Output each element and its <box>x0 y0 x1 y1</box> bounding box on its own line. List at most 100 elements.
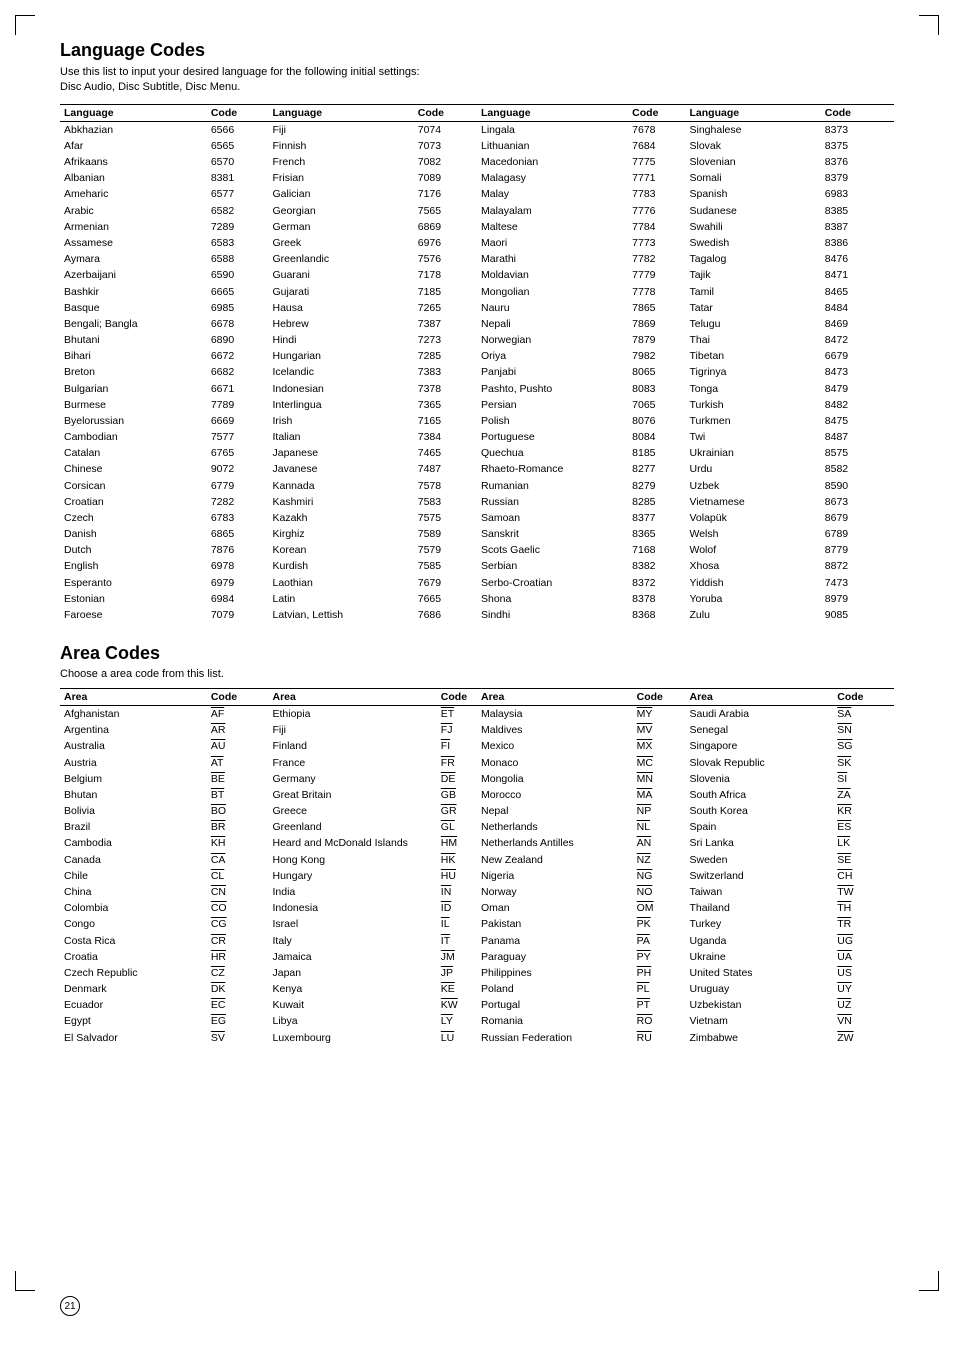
table-row: Danish6865 <box>60 526 269 542</box>
table-row: Slovenian8376 <box>686 154 895 170</box>
table-row: FranceFR <box>269 755 478 771</box>
table-row: Bhutani6890 <box>60 332 269 348</box>
lang-col4-header-lang: Language <box>686 104 821 121</box>
language-subtitle: Use this list to input your desired lang… <box>60 65 894 96</box>
table-row: English6978 <box>60 558 269 574</box>
table-row: New ZealandNZ <box>477 852 686 868</box>
table-row: Norwegian7879 <box>477 332 686 348</box>
area-col4-header-code: Code <box>833 689 894 706</box>
table-row: Laothian7679 <box>269 575 478 591</box>
table-row: Corsican6779 <box>60 478 269 494</box>
table-row: Swedish8386 <box>686 235 895 251</box>
table-row: Russian FederationRU <box>477 1030 686 1046</box>
table-row: MonacoMC <box>477 755 686 771</box>
language-col-1: Language Code Abkhazian6566Afar6565Afrik… <box>60 104 269 623</box>
table-row: PhilippinesPH <box>477 965 686 981</box>
table-row: SwedenSE <box>686 852 895 868</box>
lang-col3-header-lang: Language <box>477 104 628 121</box>
table-row: SingaporeSG <box>686 738 895 754</box>
table-row: Vietnamese8673 <box>686 494 895 510</box>
table-row: ItalyIT <box>269 933 478 949</box>
table-row: Maltese7784 <box>477 219 686 235</box>
table-row: Volapük8679 <box>686 510 895 526</box>
table-row: Galician7176 <box>269 186 478 202</box>
table-row: Tibetan6679 <box>686 348 895 364</box>
table-row: ParaguayPY <box>477 949 686 965</box>
table-row: Armenian7289 <box>60 219 269 235</box>
table-row: Arabic6582 <box>60 203 269 219</box>
table-row: UgandaUG <box>686 933 895 949</box>
table-row: Tigrinya8473 <box>686 364 895 380</box>
table-row: GreeceGR <box>269 803 478 819</box>
table-row: Slovak RepublicSK <box>686 755 895 771</box>
table-row: LibyaLY <box>269 1013 478 1029</box>
table-row: Rhaeto-Romance8277 <box>477 461 686 477</box>
table-row: EgyptEG <box>60 1013 269 1029</box>
table-row: Frisian7089 <box>269 170 478 186</box>
table-row: FinlandFI <box>269 738 478 754</box>
table-row: Malayalam7776 <box>477 203 686 219</box>
table-row: Greek6976 <box>269 235 478 251</box>
table-row: BelgiumBE <box>60 771 269 787</box>
table-row: Sanskrit8365 <box>477 526 686 542</box>
lang-col1-header-lang: Language <box>60 104 207 121</box>
table-row: MongoliaMN <box>477 771 686 787</box>
language-section: Language Codes Use this list to input yo… <box>60 40 894 623</box>
table-row: TurkeyTR <box>686 916 895 932</box>
table-row: KuwaitKW <box>269 997 478 1013</box>
table-row: BrazilBR <box>60 819 269 835</box>
lang-col1-header-code: Code <box>207 104 269 121</box>
table-row: Panjabi8065 <box>477 364 686 380</box>
area-title: Area Codes <box>60 643 894 664</box>
table-row: Burmese7789 <box>60 397 269 413</box>
table-row: BhutanBT <box>60 787 269 803</box>
table-row: Hong KongHK <box>269 852 478 868</box>
table-row: Yiddish7473 <box>686 575 895 591</box>
table-row: TaiwanTW <box>686 884 895 900</box>
table-row: Byelorussian6669 <box>60 413 269 429</box>
table-row: MaldivesMV <box>477 722 686 738</box>
table-row: AustriaAT <box>60 755 269 771</box>
table-row: PolandPL <box>477 981 686 997</box>
table-row: Catalan6765 <box>60 445 269 461</box>
table-row: SloveniaSI <box>686 771 895 787</box>
page-number: 21 <box>60 1296 80 1316</box>
table-row: Albanian8381 <box>60 170 269 186</box>
table-row: SpainES <box>686 819 895 835</box>
table-row: Shona8378 <box>477 591 686 607</box>
table-row: FijiFJ <box>269 722 478 738</box>
table-row: Sudanese8385 <box>686 203 895 219</box>
table-row: DenmarkDK <box>60 981 269 997</box>
table-row: Lithuanian7684 <box>477 138 686 154</box>
area-col3-header-area: Area <box>477 689 633 706</box>
table-row: NepalNP <box>477 803 686 819</box>
table-row: Tajik8471 <box>686 267 895 283</box>
table-row: Hebrew7387 <box>269 316 478 332</box>
table-row: Dutch7876 <box>60 542 269 558</box>
table-row: Javanese7487 <box>269 461 478 477</box>
table-row: KenyaKE <box>269 981 478 997</box>
table-row: Moldavian7779 <box>477 267 686 283</box>
area-section: Area Codes Choose a area code from this … <box>60 643 894 1046</box>
table-row: Tamil8465 <box>686 284 895 300</box>
lang-col3-header-code: Code <box>628 104 685 121</box>
table-row: Singhalese8373 <box>686 121 895 138</box>
table-row: Korean7579 <box>269 542 478 558</box>
table-row: Estonian6984 <box>60 591 269 607</box>
area-col1-header-code: Code <box>207 689 269 706</box>
table-row: ChileCL <box>60 868 269 884</box>
table-row: MalaysiaMY <box>477 706 686 723</box>
table-row: Spanish6983 <box>686 186 895 202</box>
area-col4-header-area: Area <box>686 689 834 706</box>
language-col-4: Language Code Singhalese8373Slovak8375Sl… <box>686 104 895 623</box>
table-row: IndonesiaID <box>269 900 478 916</box>
table-row: Afar6565 <box>60 138 269 154</box>
table-row: IsraelIL <box>269 916 478 932</box>
table-row: Wolof8779 <box>686 542 895 558</box>
table-row: Telugu8469 <box>686 316 895 332</box>
table-row: Polish8076 <box>477 413 686 429</box>
table-row: ChinaCN <box>60 884 269 900</box>
area-col2-header-code: Code <box>437 689 477 706</box>
area-col-4: Area Code Saudi ArabiaSASenegalSNSingapo… <box>686 688 895 1046</box>
table-row: Azerbaijani6590 <box>60 267 269 283</box>
